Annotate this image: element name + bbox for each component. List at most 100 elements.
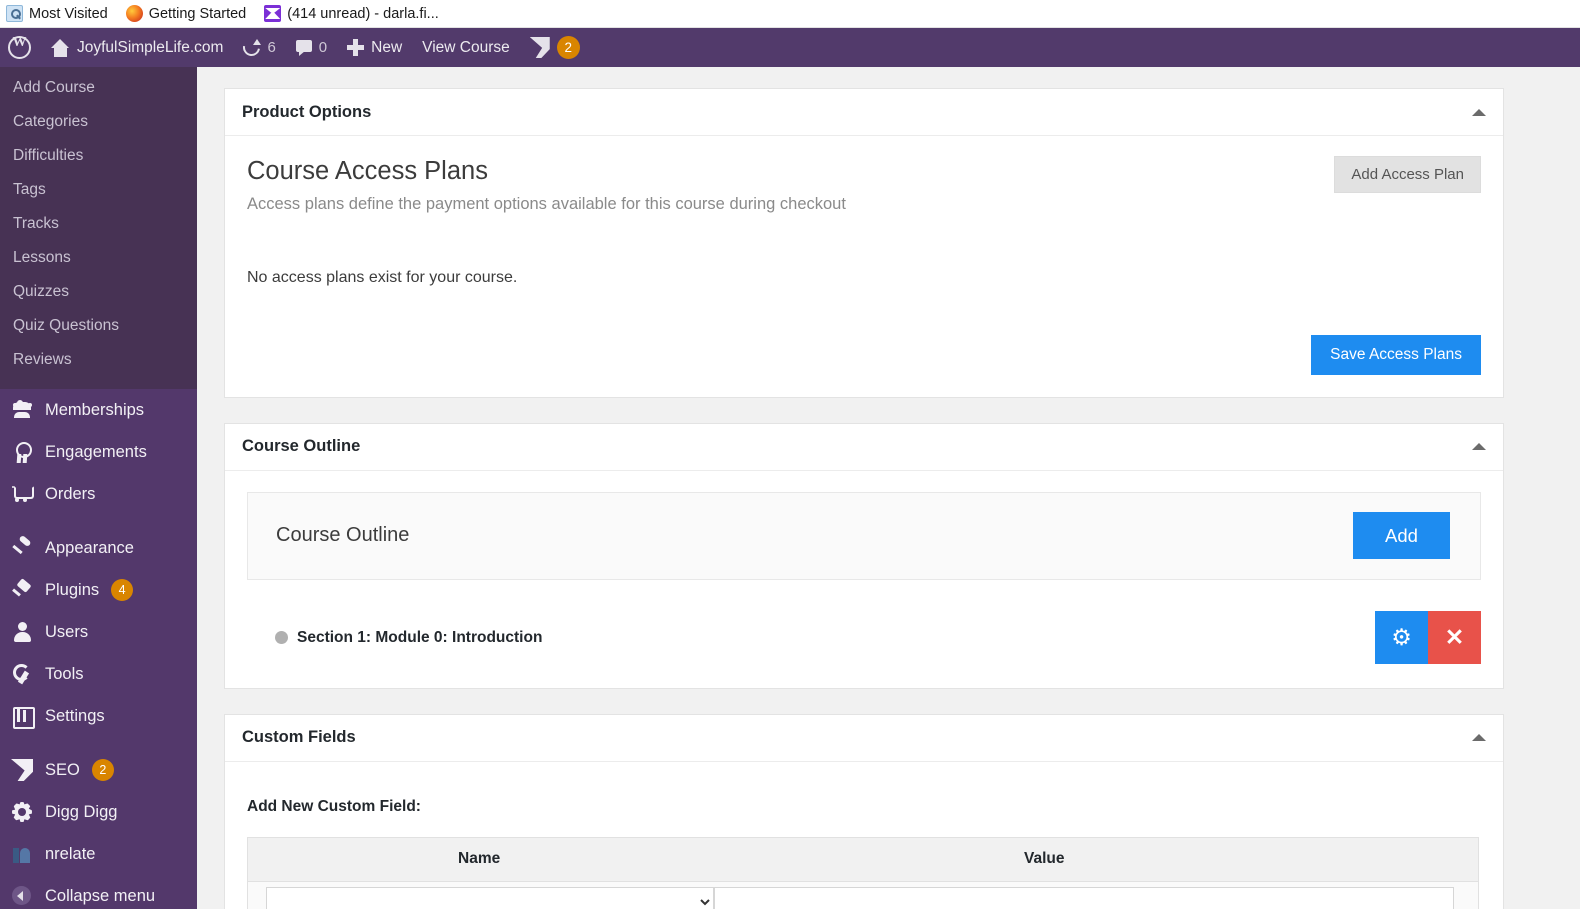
course-section-name: Section 1: Module 0: Introduction <box>297 628 543 646</box>
sidebar-item-label: Plugins <box>45 580 100 599</box>
bookmark-label: (414 unread) - darla.fi... <box>287 5 439 22</box>
column-header-name: Name <box>247 837 714 882</box>
add-section-button[interactable]: Add <box>1353 512 1450 560</box>
yoast-seo-menu[interactable]: 2 <box>520 28 590 67</box>
sidebar-item-plugins[interactable]: Plugins 4 <box>0 569 197 611</box>
sidebar-item-add-course[interactable]: Add Course <box>0 71 197 105</box>
sidebar-item-difficulties[interactable]: Difficulties <box>0 139 197 173</box>
sidebar-item-appearance[interactable]: Appearance <box>0 527 197 569</box>
course-outline-box: Course Outline Add <box>247 491 1481 580</box>
custom-field-value-input[interactable] <box>714 887 1454 909</box>
course-section-row: Section 1: Module 0: Introduction ⚙ ✕ <box>247 610 1481 666</box>
course-outline-box-label: Course Outline <box>276 524 410 547</box>
wp-logo-menu[interactable] <box>0 28 41 67</box>
seo-icon <box>11 759 33 781</box>
comments-count: 0 <box>318 39 328 56</box>
sidebar-item-label: Orders <box>45 484 96 503</box>
sidebar-item-lessons[interactable]: Lessons <box>0 241 197 275</box>
plugins-icon <box>11 579 33 601</box>
sidebar-item-label: Difficulties <box>13 147 84 164</box>
new-content-menu[interactable]: New <box>337 28 412 67</box>
main-content: Product Options Course Access Plans Acce… <box>197 67 1580 909</box>
tools-icon <box>11 663 33 685</box>
column-header-value: Value <box>714 837 1479 882</box>
product-options-panel-body: Course Access Plans Access plans define … <box>225 136 1503 397</box>
sidebar-item-label: Reviews <box>13 351 72 368</box>
panel-title: Course Outline <box>242 437 361 456</box>
site-name-menu[interactable]: JoyfulSimpleLife.com <box>41 28 233 67</box>
product-options-panel: Product Options Course Access Plans Acce… <box>224 88 1504 398</box>
sidebar-collapse-menu[interactable]: Collapse menu <box>0 875 197 909</box>
sidebar-item-quizzes[interactable]: Quizzes <box>0 275 197 309</box>
yoast-icon <box>529 37 550 58</box>
chevron-up-icon[interactable] <box>1472 108 1486 116</box>
sidebar-item-orders[interactable]: Orders <box>0 473 197 515</box>
view-course-link[interactable]: View Course <box>412 28 520 67</box>
users-icon <box>11 621 33 643</box>
sidebar-item-digg-digg[interactable]: Digg Digg <box>0 791 197 833</box>
view-course-label: View Course <box>422 38 510 56</box>
sidebar-item-label: nrelate <box>45 844 96 863</box>
chevron-up-icon[interactable] <box>1472 443 1486 451</box>
table-row <box>247 881 1479 909</box>
access-plans-empty-message: No access plans exist for your course. <box>247 268 518 286</box>
sidebar-item-label: Lessons <box>13 249 71 266</box>
sidebar-item-label: Categories <box>13 113 88 130</box>
bookmark-getting-started[interactable]: Getting Started <box>125 5 246 22</box>
access-plans-save-row: Save Access Plans <box>247 334 1481 375</box>
section-settings-button[interactable]: ⚙ <box>1375 611 1428 665</box>
sidebar-item-label: Memberships <box>45 400 145 419</box>
home-icon <box>51 38 70 57</box>
sidebar-item-label: Engagements <box>45 442 147 461</box>
updates-menu[interactable]: 6 <box>233 28 285 67</box>
mail-icon <box>264 5 282 22</box>
sidebar-item-label: Tags <box>13 181 46 198</box>
memberships-icon <box>11 399 33 421</box>
admin-sidebar: Add Course Categories Difficulties Tags … <box>0 67 197 909</box>
chevron-up-icon[interactable] <box>1472 734 1486 742</box>
most-visited-icon <box>6 5 23 22</box>
add-new-custom-field-label: Add New Custom Field: <box>247 797 421 815</box>
appearance-icon <box>11 537 33 559</box>
custom-fields-panel: Custom Fields Add New Custom Field: Name… <box>224 713 1504 909</box>
sidebar-item-users[interactable]: Users <box>0 611 197 653</box>
custom-fields-panel-body: Add New Custom Field: Name Value <box>225 762 1503 909</box>
sidebar-item-tracks[interactable]: Tracks <box>0 207 197 241</box>
custom-field-name-select[interactable] <box>266 887 714 909</box>
wordpress-logo-icon <box>8 35 31 59</box>
bookmark-label: Most Visited <box>29 5 108 22</box>
updates-icon <box>243 39 262 56</box>
course-outline-panel-header: Course Outline <box>225 424 1503 471</box>
course-section-info[interactable]: Section 1: Module 0: Introduction <box>275 629 542 647</box>
sidebar-item-label: Digg Digg <box>45 802 118 821</box>
save-access-plans-button[interactable]: Save Access Plans <box>1311 334 1481 375</box>
digg-digg-icon <box>11 801 33 823</box>
collapse-menu-icon <box>11 885 33 907</box>
yoast-badge: 2 <box>556 36 580 59</box>
access-plans-subtitle: Access plans define the payment options … <box>247 194 846 213</box>
firefox-icon <box>125 5 143 22</box>
sidebar-item-nrelate[interactable]: nrelate <box>0 833 197 875</box>
sidebar-item-reviews[interactable]: Reviews <box>0 343 197 377</box>
bookmark-most-visited[interactable]: Most Visited <box>6 5 108 22</box>
comments-menu[interactable]: 0 <box>286 28 337 67</box>
settings-icon <box>11 705 35 729</box>
sidebar-item-settings[interactable]: Settings <box>0 695 197 737</box>
comment-bubble-icon <box>295 40 312 56</box>
sidebar-item-memberships[interactable]: Memberships <box>0 389 197 431</box>
sidebar-item-categories[interactable]: Categories <box>0 105 197 139</box>
sidebar-item-tools[interactable]: Tools <box>0 653 197 695</box>
add-access-plan-button[interactable]: Add Access Plan <box>1334 156 1481 193</box>
custom-field-name-cell <box>247 881 714 909</box>
drag-handle-icon[interactable] <box>275 631 288 645</box>
section-delete-button[interactable]: ✕ <box>1428 611 1481 665</box>
sidebar-item-tags[interactable]: Tags <box>0 173 197 207</box>
sidebar-item-quiz-questions[interactable]: Quiz Questions <box>0 309 197 343</box>
updates-count: 6 <box>267 39 276 56</box>
nrelate-icon <box>11 843 33 865</box>
bookmark-mail[interactable]: (414 unread) - darla.fi... <box>264 5 439 22</box>
access-plans-header: Course Access Plans Access plans define … <box>247 156 1481 214</box>
sidebar-item-seo[interactable]: SEO 2 <box>0 749 197 791</box>
sidebar-item-engagements[interactable]: Engagements <box>0 431 197 473</box>
sidebar-item-label: Appearance <box>45 538 134 557</box>
